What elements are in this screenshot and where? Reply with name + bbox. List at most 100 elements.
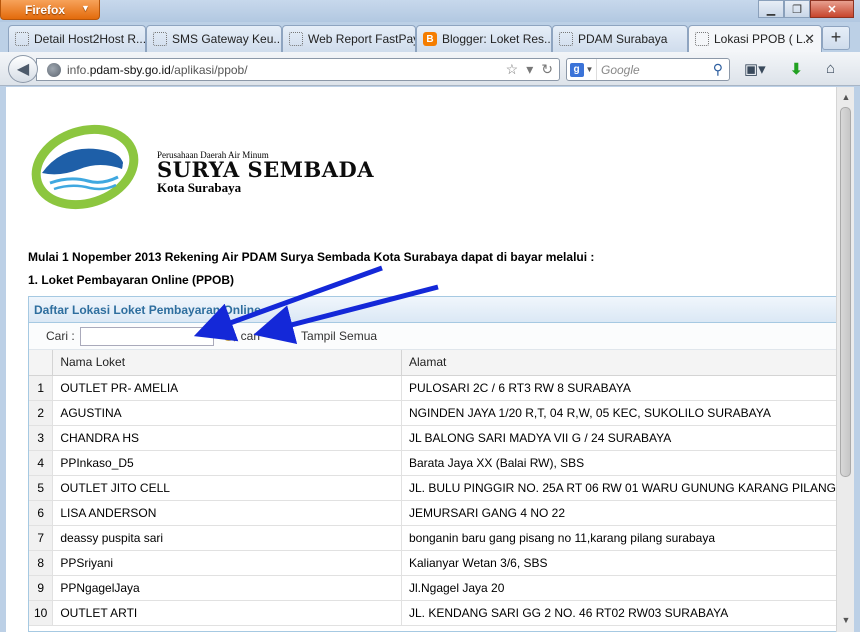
table-row[interactable]: 8 PPSriyani Kalianyar Wetan 3/6, SBS (29, 550, 836, 576)
chevron-down-icon: ▼ (585, 65, 594, 74)
navigation-bar: info. pdam-sby.go.id/aplikasi/ppob/ ☆ ▾ ↻… (0, 52, 860, 86)
column-header-nama-loket[interactable]: Nama Loket (52, 350, 402, 376)
cell-nama-loket: AGUSTINA (52, 400, 402, 426)
row-number: 7 (29, 525, 54, 551)
search-icon[interactable]: ⚲ (713, 61, 723, 78)
tab-label: Detail Host2Host R... (34, 32, 146, 46)
search-bar[interactable]: g ▼ Google ⚲ (566, 58, 730, 81)
page-icon (695, 32, 709, 46)
vertical-scrollbar[interactable]: ▲ ▼ (836, 87, 854, 632)
google-icon: g (569, 62, 584, 77)
bookmark-star-icon[interactable]: ☆ (506, 61, 519, 78)
tab-blogger[interactable]: B Blogger: Loket Res... (416, 25, 552, 52)
row-number: 4 (29, 450, 54, 476)
url-domain: pdam-sby.go.id (89, 62, 171, 77)
home-icon[interactable]: ⌂ (826, 60, 835, 77)
cell-alamat: PULOSARI 2C / 6 RT3 RW 8 SURABAYA (401, 375, 836, 401)
table-header-row: Nama Loket Alamat (29, 350, 836, 376)
cell-alamat: bonganin baru gang pisang no 11,karang p… (401, 525, 836, 551)
page-icon (559, 32, 573, 46)
row-number: 10 (29, 600, 54, 626)
show-all-button[interactable]: Tampil Semua (282, 329, 377, 343)
firefox-menu-button[interactable]: Firefox ▼ (0, 0, 100, 20)
row-number: 8 (29, 550, 54, 576)
firefox-menu-label: Firefox (25, 3, 66, 17)
minimize-button[interactable]: ▁ (758, 0, 784, 18)
row-number: 9 (29, 575, 54, 601)
search-button[interactable]: cari (222, 329, 260, 343)
new-tab-button[interactable]: + (822, 26, 850, 50)
pdam-logo (31, 124, 139, 210)
show-all-label: Tampil Semua (301, 329, 378, 343)
cell-alamat: JL. KENDANG SARI GG 2 NO. 46 RT02 RW03 S… (401, 600, 836, 626)
address-bar[interactable]: info. pdam-sby.go.id/aplikasi/ppob/ ☆ ▾ ↻ (36, 58, 560, 81)
table-row[interactable]: 1 OUTLET PR- AMELIA PULOSARI 2C / 6 RT3 RW… (29, 375, 836, 401)
column-header-alamat[interactable]: Alamat (401, 350, 836, 376)
scroll-thumb[interactable] (840, 107, 851, 477)
scroll-down-icon[interactable]: ▼ (839, 613, 853, 627)
chevron-down-icon: ▼ (81, 3, 90, 13)
tab-label: Web Report FastPay (308, 32, 416, 46)
section-title: 1. Loket Pembayaran Online (PPOB) (28, 273, 235, 287)
org-name: SURYA SEMBADA (157, 157, 375, 182)
search-engine-selector[interactable]: g ▼ (567, 59, 597, 80)
close-window-button[interactable]: ✕ (810, 0, 854, 18)
tab-detail-host2host[interactable]: Detail Host2Host R... (8, 25, 146, 52)
table-row[interactable]: 10 OUTLET ARTI JL. KENDANG SARI GG 2 NO. 4… (29, 600, 836, 626)
cell-alamat: Barata Jaya XX (Balai RW), SBS (401, 450, 836, 476)
page-icon (289, 32, 303, 46)
grid-caption: Daftar Lokasi Loket Pembayaran Online (29, 297, 836, 323)
table-row[interactable]: 6 LISA ANDERSON JEMURSARI GANG 4 NO 22 (29, 500, 836, 526)
scroll-up-icon[interactable]: ▲ (839, 90, 853, 104)
table-row[interactable]: 7 deassy puspita sari bonganin baru gang p… (29, 525, 836, 551)
table-row[interactable]: 2 AGUSTINA NGINDEN JAYA 1/20 R,T, 04 R,W, … (29, 400, 836, 426)
cell-alamat: Kalianyar Wetan 3/6, SBS (401, 550, 836, 576)
cell-nama-loket: OUTLET JITO CELL (52, 475, 402, 501)
cell-nama-loket: LISA ANDERSON (52, 500, 402, 526)
search-label: Cari : (46, 329, 75, 343)
tab-label: Lokasi PPOB ( L... (714, 32, 813, 46)
cell-nama-loket: deassy puspita sari (52, 525, 402, 551)
table-row[interactable]: 9 PPNgagelJaya Jl.Ngagel Jaya 20 (29, 575, 836, 601)
maximize-button[interactable]: ❐ (784, 0, 810, 18)
page-content: Perusahaan Daerah Air Minum SURYA SEMBAD… (6, 87, 836, 632)
tab-label: Blogger: Loket Res... (442, 32, 552, 46)
table-row[interactable]: 4 PPInkaso_D5 Barata Jaya XX (Balai RW), S… (29, 450, 836, 476)
loket-table: Nama Loket Alamat 1 OUTLET PR- AMELIA PULO… (29, 350, 836, 626)
tab-pdam-surabaya[interactable]: PDAM Surabaya (552, 25, 688, 52)
cell-alamat: JEMURSARI GANG 4 NO 22 (401, 500, 836, 526)
table-row[interactable]: 3 CHANDRA HS JL BALONG SARI MADYA VII G / … (29, 425, 836, 451)
back-button[interactable]: ◀ (8, 55, 38, 83)
cell-alamat: NGINDEN JAYA 1/20 R,T, 04 R,W, 05 KEC, S… (401, 400, 836, 426)
tab-lokasi-ppob[interactable]: Lokasi PPOB ( L... ✕ (688, 25, 822, 52)
history-dropdown-icon[interactable]: ▾ (526, 61, 533, 78)
cell-alamat: JL. BULU PINGGIR NO. 25A RT 06 RW 01 WAR… (401, 475, 836, 501)
row-number: 3 (29, 425, 54, 451)
loket-grid: Daftar Lokasi Loket Pembayaran Online Ca… (28, 296, 836, 632)
bookmarks-menu-icon[interactable]: ▣▾ (744, 60, 766, 78)
page-icon (15, 32, 29, 46)
page-icon (153, 32, 167, 46)
row-number: 2 (29, 400, 54, 426)
globe-icon (47, 62, 61, 77)
tab-label: PDAM Surabaya (578, 32, 668, 46)
download-icon[interactable]: ⬇ (790, 60, 803, 78)
search-input[interactable] (79, 326, 214, 346)
intro-text: Mulai 1 Nopember 2013 Rekening Air PDAM … (28, 250, 595, 264)
magnifier-icon (222, 329, 236, 343)
search-placeholder: Google (601, 62, 640, 77)
row-number: 5 (29, 475, 54, 501)
cell-nama-loket: PPInkaso_D5 (52, 450, 402, 476)
magnifier-icon (282, 329, 296, 343)
tab-sms-gateway[interactable]: SMS Gateway Keu... (146, 25, 282, 52)
table-row[interactable]: 5 OUTLET JITO CELL JL. BULU PINGGIR NO. 25… (29, 475, 836, 501)
reload-icon[interactable]: ↻ (541, 61, 553, 78)
window-titlebar: Firefox ▼ ▁ ❐ ✕ (0, 0, 860, 22)
close-tab-icon[interactable]: ✕ (804, 31, 815, 47)
back-arrow-icon: ◀ (16, 61, 30, 78)
cell-nama-loket: OUTLET PR- AMELIA (52, 375, 402, 401)
tab-web-report[interactable]: Web Report FastPay (282, 25, 416, 52)
row-number: 6 (29, 500, 54, 526)
tab-label: SMS Gateway Keu... (172, 32, 282, 46)
blogger-icon: B (423, 32, 437, 46)
